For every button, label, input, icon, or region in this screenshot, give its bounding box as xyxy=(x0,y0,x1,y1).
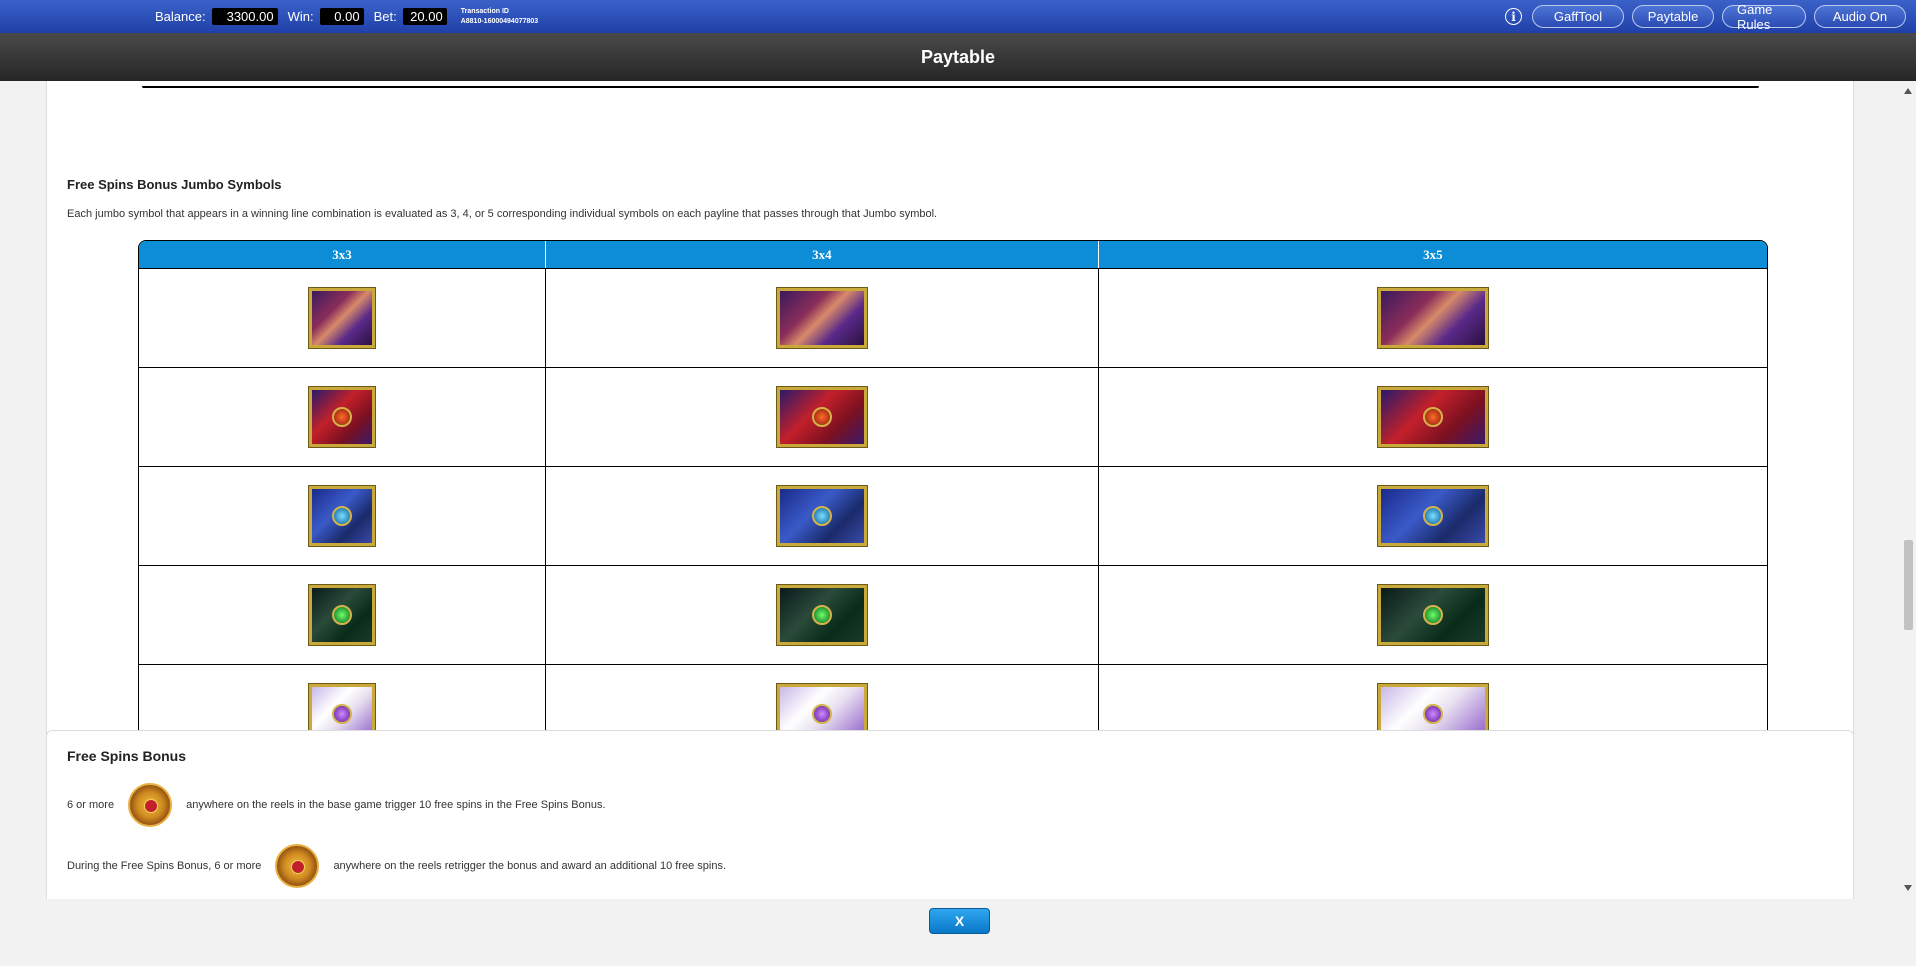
win-value: 0.00 xyxy=(319,8,364,25)
table-header-row: 3x3 3x4 3x5 xyxy=(139,241,1767,268)
win-label: Win: xyxy=(287,9,314,24)
paytable-button[interactable]: Paytable xyxy=(1632,5,1714,28)
trigger-text-start: 6 or more xyxy=(67,799,115,811)
page-title: Paytable xyxy=(0,33,1916,81)
bet-value: 20.00 xyxy=(402,8,447,25)
scrollbar-thumb[interactable] xyxy=(1904,540,1913,630)
blue-gem-symbol-icon xyxy=(1377,486,1488,546)
free-spins-retrigger-text: During the Free Spins Bonus, 6 or more a… xyxy=(67,844,726,888)
red-gem-symbol-icon xyxy=(1377,387,1488,447)
transaction-value: A8810-16000494077803 xyxy=(460,17,539,25)
free-spins-panel: Free Spins Bonus 6 or more anywhere on t… xyxy=(46,730,1854,899)
info-icon[interactable]: i xyxy=(1505,8,1522,25)
game-rules-button[interactable]: Game Rules xyxy=(1722,2,1806,32)
bet-label: Bet: xyxy=(373,9,397,24)
jumbo-symbols-table: 3x3 3x4 3x5 xyxy=(138,240,1768,764)
red-gem-symbol-icon xyxy=(776,387,867,447)
blue-gem-symbol-icon xyxy=(776,486,867,546)
green-gem-symbol-icon xyxy=(776,585,867,645)
jumbo-symbols-panel: Free Spins Bonus Jumbo Symbols Each jumb… xyxy=(46,81,1854,803)
column-header-3x4: 3x4 xyxy=(546,241,1099,268)
table-row xyxy=(139,268,1767,367)
red-gem-symbol-icon xyxy=(309,387,375,447)
hero-symbol-icon xyxy=(776,288,867,348)
top-status-bar: Balance: 3300.00 Win: 0.00 Bet: 20.00 Tr… xyxy=(0,0,1916,33)
jumbo-section-title: Free Spins Bonus Jumbo Symbols xyxy=(67,177,282,192)
retrigger-text-start: During the Free Spins Bonus, 6 or more xyxy=(67,860,262,872)
scatter-symbol-icon xyxy=(275,844,320,888)
table-row xyxy=(139,367,1767,466)
table-row xyxy=(139,466,1767,565)
scroll-down-arrow-icon[interactable] xyxy=(1904,885,1912,891)
gafftool-button[interactable]: GaffTool xyxy=(1532,5,1624,28)
jumbo-section-description: Each jumbo symbol that appears in a winn… xyxy=(67,208,938,220)
scroll-up-arrow-icon[interactable] xyxy=(1904,88,1912,94)
table-row xyxy=(139,565,1767,664)
transaction-label: Transaction ID xyxy=(460,7,509,15)
trigger-text-end: anywhere on the reels in the base game t… xyxy=(186,799,606,811)
free-spins-trigger-text: 6 or more anywhere on the reels in the b… xyxy=(67,783,606,827)
green-gem-symbol-icon xyxy=(309,585,375,645)
previous-table-bottom-edge xyxy=(142,86,1759,89)
paytable-content[interactable]: Free Spins Bonus Jumbo Symbols Each jumb… xyxy=(0,81,1916,899)
blue-gem-symbol-icon xyxy=(309,486,375,546)
column-header-3x3: 3x3 xyxy=(139,241,546,268)
balance-label: Balance: xyxy=(155,9,206,24)
close-button[interactable]: X xyxy=(929,908,990,934)
retrigger-text-end: anywhere on the reels retrigger the bonu… xyxy=(333,860,727,872)
hero-symbol-icon xyxy=(309,288,375,348)
scatter-symbol-icon xyxy=(128,783,173,827)
audio-toggle-button[interactable]: Audio On xyxy=(1814,5,1906,28)
green-gem-symbol-icon xyxy=(1377,585,1488,645)
hero-symbol-icon xyxy=(1377,288,1488,348)
balance-value: 3300.00 xyxy=(211,8,278,25)
free-spins-title: Free Spins Bonus xyxy=(67,748,187,764)
column-header-3x5: 3x5 xyxy=(1098,241,1767,268)
transaction-id: Transaction ID A8810-16000494077803 xyxy=(461,7,538,27)
vertical-scrollbar[interactable] xyxy=(1900,81,1916,899)
